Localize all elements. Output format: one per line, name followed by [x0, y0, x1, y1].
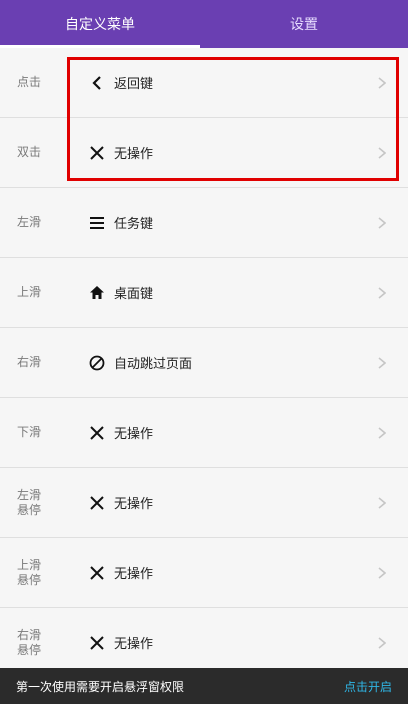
action-cell: 无操作	[88, 468, 153, 537]
gesture-row[interactable]: 左滑 悬停 无操作	[0, 468, 408, 538]
close-icon	[88, 564, 106, 582]
gesture-label: 右滑 悬停	[17, 627, 42, 657]
gesture-label: 左滑 悬停	[17, 487, 42, 517]
chevron-right-icon	[378, 608, 386, 677]
block-icon	[88, 354, 106, 372]
action-label: 桌面键	[114, 287, 154, 302]
menu-icon	[88, 214, 106, 232]
gesture-row[interactable]: 下滑 无操作	[0, 398, 408, 468]
chevron-right-icon	[378, 328, 386, 397]
action-cell: 无操作	[88, 538, 153, 607]
chevron-right-icon	[378, 398, 386, 467]
home-icon	[88, 284, 106, 302]
close-icon	[88, 494, 106, 512]
gesture-row[interactable]: 右滑 自动跳过页面	[0, 328, 408, 398]
gesture-label: 双击	[17, 145, 42, 159]
tab-custom-menu-label: 自定义菜单	[65, 17, 135, 33]
action-label: 无操作	[114, 637, 154, 652]
chevron-right-icon	[378, 468, 386, 537]
tab-bar: 自定义菜单 设置	[0, 0, 408, 48]
gesture-row[interactable]: 左滑 任务键	[0, 188, 408, 258]
chevron-right-icon	[378, 538, 386, 607]
gesture-label: 点击	[17, 75, 42, 89]
gesture-label: 左滑	[17, 215, 42, 229]
close-icon	[88, 634, 106, 652]
close-icon	[88, 424, 106, 442]
gesture-label: 上滑	[17, 285, 42, 299]
action-cell: 任务键	[88, 188, 153, 257]
action-label: 无操作	[114, 567, 154, 582]
action-label: 自动跳过页面	[114, 357, 193, 372]
gesture-row[interactable]: 上滑 悬停 无操作	[0, 538, 408, 608]
action-label: 无操作	[114, 427, 154, 442]
annotation-highlight-box	[67, 57, 399, 181]
enable-permission-link[interactable]: 点击开启	[344, 678, 392, 695]
chevron-right-icon	[378, 188, 386, 257]
gesture-label: 右滑	[17, 355, 42, 369]
action-cell: 桌面键	[88, 258, 153, 327]
action-label: 任务键	[114, 217, 154, 232]
action-cell: 无操作	[88, 398, 153, 467]
permission-bar: 第一次使用需要开启悬浮窗权限 点击开启	[0, 668, 408, 704]
permission-message: 第一次使用需要开启悬浮窗权限	[16, 679, 185, 694]
gesture-row[interactable]: 上滑 桌面键	[0, 258, 408, 328]
tab-settings-label: 设置	[290, 17, 318, 33]
tab-custom-menu[interactable]: 自定义菜单	[0, 0, 200, 48]
gesture-label: 上滑 悬停	[17, 557, 42, 587]
action-cell: 自动跳过页面	[88, 328, 192, 397]
chevron-right-icon	[378, 258, 386, 327]
action-label: 无操作	[114, 497, 154, 512]
action-cell: 无操作	[88, 608, 153, 677]
tab-settings[interactable]: 设置	[204, 0, 404, 48]
gesture-label: 下滑	[17, 425, 42, 439]
